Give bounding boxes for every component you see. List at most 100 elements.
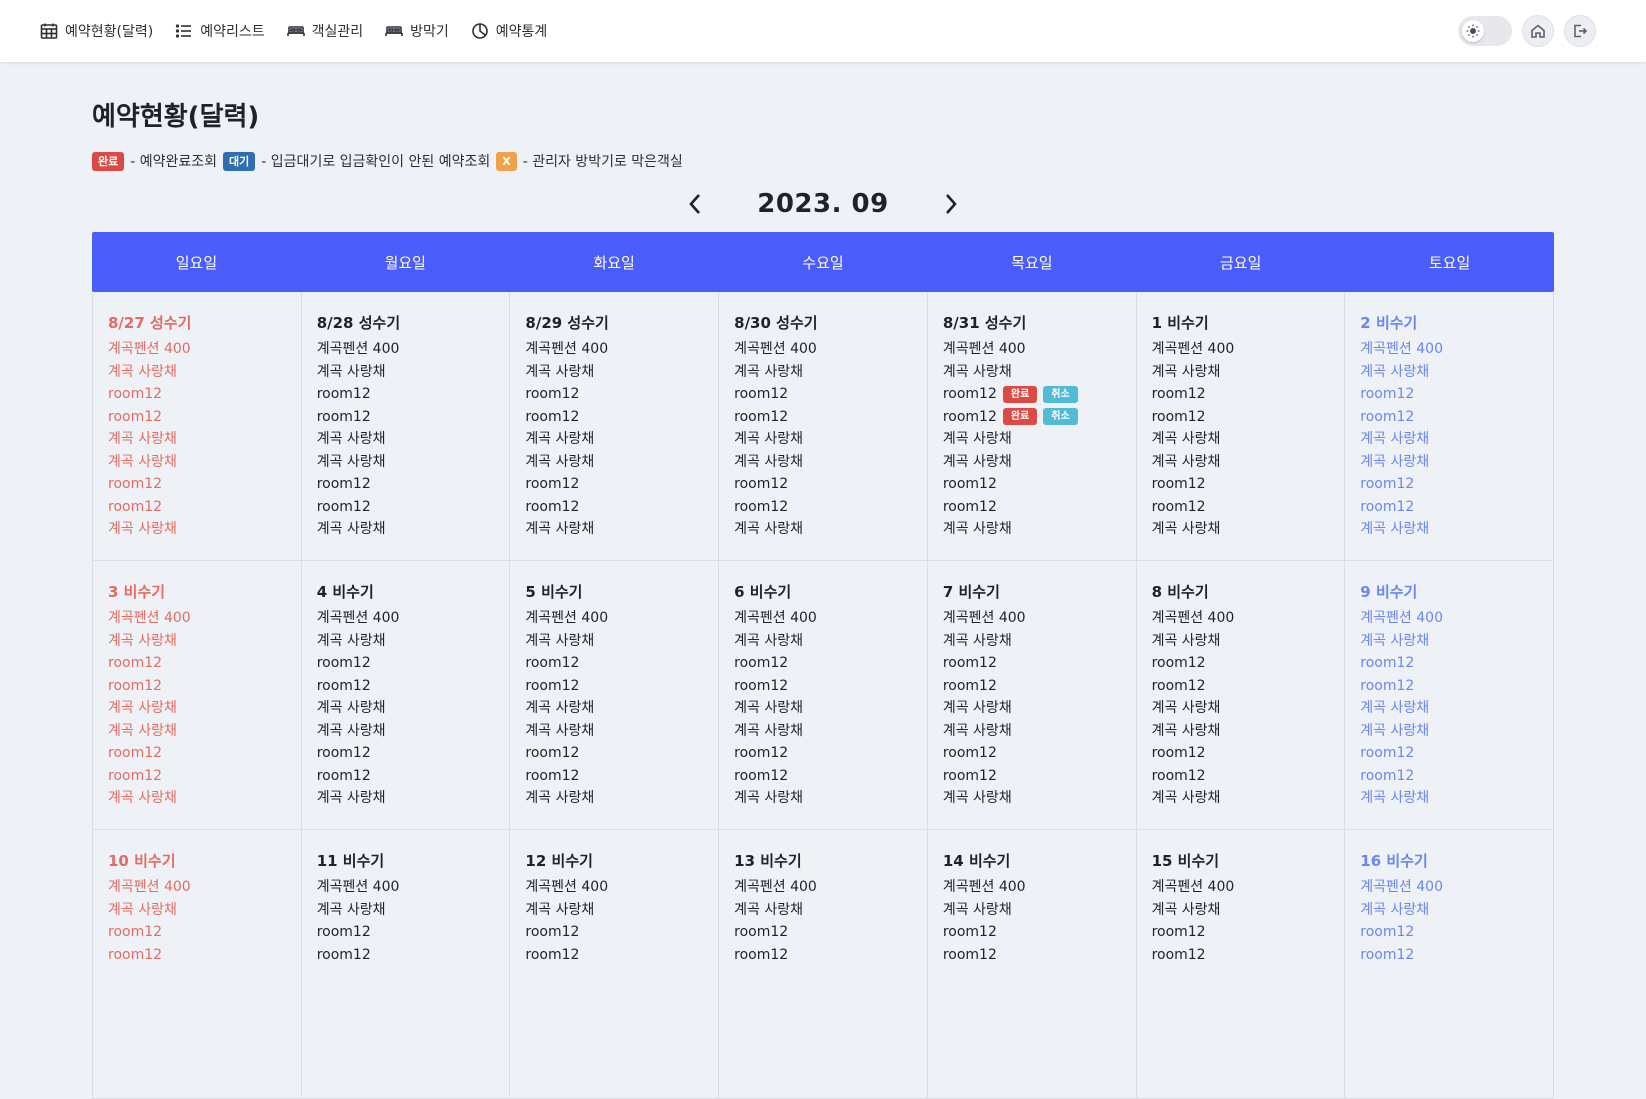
reservation-entry[interactable]: room12 (1360, 383, 1538, 406)
reservation-entry[interactable]: 계곡펜션 400 (1360, 607, 1538, 630)
reservation-entry[interactable]: room12 (734, 473, 912, 496)
reservation-entry[interactable]: room12 (525, 406, 703, 429)
reservation-entry[interactable]: 계곡 사랑채 (317, 518, 495, 541)
reservation-entry[interactable]: room12 (317, 473, 495, 496)
cancel-button[interactable]: 취소 (1043, 408, 1078, 426)
reservation-entry[interactable]: 계곡펜션 400 (734, 607, 912, 630)
home-button[interactable] (1522, 15, 1554, 47)
reservation-entry[interactable]: room12 (734, 652, 912, 675)
reservation-entry[interactable]: room12 (943, 742, 1121, 765)
reservation-entry[interactable]: room12 (317, 406, 495, 429)
reservation-entry[interactable]: room12 (525, 496, 703, 519)
calendar-day[interactable]: 3 비수기 계곡펜션 400 계곡 사랑채 room12 room12 계곡 사랑채 계곡 … (93, 561, 302, 830)
reservation-entry[interactable]: room12 (525, 944, 703, 967)
nav-item-block-room[interactable]: 방막기 (385, 21, 449, 41)
calendar-day[interactable]: 8/31 성수기 계곡펜션 400 계곡 사랑채 room12 완료 취소 room12 완료… (927, 292, 1137, 561)
reservation-entry[interactable]: room12 (734, 944, 912, 967)
reservation-entry[interactable]: 계곡펜션 400 (525, 876, 703, 899)
reservation-entry[interactable]: room12 (1152, 406, 1330, 429)
reservation-entry[interactable]: 계곡펜션 400 (317, 338, 495, 361)
reservation-entry[interactable]: room12 (317, 675, 495, 698)
reservation-entry[interactable]: room12 (1360, 473, 1538, 496)
reservation-entry[interactable]: 계곡 사랑채 (943, 787, 1121, 810)
reservation-entry[interactable]: room12 (525, 383, 703, 406)
reservation-entry[interactable]: 계곡펜션 400 (1152, 607, 1330, 630)
reservation-entry[interactable]: room12 (1152, 944, 1330, 967)
reservation-entry[interactable]: room12 (943, 473, 1121, 496)
reservation-entry[interactable]: 계곡 사랑채 (108, 451, 286, 474)
reservation-entry[interactable]: 계곡 사랑채 (734, 899, 912, 922)
reservation-entry[interactable]: room12 (1360, 652, 1538, 675)
reservation-entry[interactable]: room12 (108, 765, 286, 788)
reservation-entry[interactable]: room12 (1360, 406, 1538, 429)
reservation-entry[interactable]: 계곡 사랑채 (525, 720, 703, 743)
reservation-entry[interactable]: 계곡 사랑채 (943, 697, 1121, 720)
calendar-day[interactable]: 7 비수기 계곡펜션 400 계곡 사랑채 room12 room12 계곡 사랑채 계곡 … (927, 561, 1137, 830)
reservation-entry[interactable]: room12 (317, 383, 495, 406)
calendar-day[interactable]: 10 비수기 계곡펜션 400 계곡 사랑채 room12 room12 (93, 830, 302, 1099)
calendar-day[interactable]: 15 비수기 계곡펜션 400 계곡 사랑채 room12 room12 (1136, 830, 1346, 1099)
reservation-entry[interactable]: room12 (317, 652, 495, 675)
reservation-entry[interactable]: 계곡 사랑채 (734, 697, 912, 720)
reservation-entry[interactable]: 계곡 사랑채 (734, 518, 912, 541)
reservation-entry[interactable]: room12 (108, 742, 286, 765)
reservation-entry[interactable]: room12 (943, 921, 1121, 944)
reservation-entry[interactable]: room12 (1360, 675, 1538, 698)
reservation-entry[interactable]: 계곡펜션 400 (317, 607, 495, 630)
reservation-entry[interactable]: 계곡 사랑채 (317, 428, 495, 451)
logout-button[interactable] (1564, 15, 1596, 47)
calendar-day[interactable]: 8/30 성수기 계곡펜션 400 계곡 사랑채 room12 room12 계곡 사랑채… (719, 292, 928, 561)
reservation-entry[interactable]: 계곡 사랑채 (525, 787, 703, 810)
reservation-entry[interactable]: 계곡 사랑채 (1360, 697, 1538, 720)
reservation-entry[interactable]: room12 (317, 742, 495, 765)
reservation-entry[interactable]: 계곡펜션 400 (1152, 338, 1330, 361)
reservation-entry[interactable]: room12 (108, 383, 286, 406)
reservation-entry[interactable]: room12 (1152, 383, 1330, 406)
calendar-day[interactable]: 4 비수기 계곡펜션 400 계곡 사랑채 room12 room12 계곡 사랑채 계곡 … (301, 561, 511, 830)
reservation-entry[interactable]: 계곡 사랑채 (317, 720, 495, 743)
reservation-entry[interactable]: 계곡 사랑채 (317, 697, 495, 720)
reservation-entry[interactable]: 계곡펜션 400 (1360, 876, 1538, 899)
reservation-entry[interactable]: room12 (943, 944, 1121, 967)
reservation-entry[interactable]: 계곡 사랑채 (1152, 899, 1330, 922)
reservation-entry[interactable]: room12 (943, 765, 1121, 788)
reservation-entry[interactable]: 계곡펜션 400 (943, 876, 1121, 899)
reservation-entry[interactable]: 계곡펜션 400 (943, 338, 1121, 361)
reservation-entry[interactable]: 계곡펜션 400 (108, 876, 286, 899)
reservation-entry[interactable]: 계곡펜션 400 (317, 876, 495, 899)
reservation-entry[interactable]: room12 (317, 765, 495, 788)
reservation-entry[interactable]: room12 (108, 921, 286, 944)
reservation-entry[interactable]: 계곡 사랑채 (108, 518, 286, 541)
reservation-entry[interactable]: 계곡 사랑채 (1360, 361, 1538, 384)
reservation-entry[interactable]: 계곡 사랑채 (525, 428, 703, 451)
reservation-entry[interactable]: room12 (734, 496, 912, 519)
reservation-entry[interactable]: 계곡 사랑채 (108, 361, 286, 384)
nav-item-statistics[interactable]: 예약통계 (471, 21, 547, 41)
reservation-entry[interactable]: room12 (317, 921, 495, 944)
reservation-entry[interactable]: 계곡 사랑채 (525, 899, 703, 922)
reservation-entry[interactable]: 계곡 사랑채 (317, 899, 495, 922)
calendar-day[interactable]: 1 비수기 계곡펜션 400 계곡 사랑채 room12 room12 계곡 사랑채 계곡 … (1136, 292, 1346, 561)
reservation-entry[interactable]: room12 (525, 742, 703, 765)
reservation-entry[interactable]: 계곡 사랑채 (317, 451, 495, 474)
reservation-entry[interactable]: 계곡 사랑채 (943, 899, 1121, 922)
reservation-entry[interactable]: 계곡 사랑채 (525, 518, 703, 541)
reservation-entry[interactable]: 계곡 사랑채 (525, 630, 703, 653)
reservation-entry[interactable]: room12 완료 취소 (943, 383, 1121, 406)
reservation-entry[interactable]: 계곡 사랑채 (734, 720, 912, 743)
reservation-entry[interactable]: room12 (1152, 742, 1330, 765)
reservation-entry[interactable]: room12 (525, 765, 703, 788)
reservation-entry[interactable]: room12 (943, 675, 1121, 698)
next-month-button[interactable] (931, 186, 971, 222)
reservation-entry[interactable]: 계곡 사랑채 (943, 630, 1121, 653)
calendar-day[interactable]: 2 비수기 계곡펜션 400 계곡 사랑채 room12 room12 계곡 사랑채 계곡 … (1345, 292, 1554, 561)
reservation-entry[interactable]: room12 (1360, 765, 1538, 788)
reservation-entry[interactable]: 계곡 사랑채 (1360, 899, 1538, 922)
reservation-entry[interactable]: 계곡 사랑채 (317, 787, 495, 810)
reservation-entry[interactable]: room12 (108, 473, 286, 496)
reservation-entry[interactable]: room12 (1360, 944, 1538, 967)
reservation-entry[interactable]: 계곡펜션 400 (943, 607, 1121, 630)
reservation-entry[interactable]: 계곡 사랑채 (734, 630, 912, 653)
reservation-entry[interactable]: 계곡 사랑채 (943, 451, 1121, 474)
reservation-entry[interactable]: 계곡 사랑채 (108, 787, 286, 810)
